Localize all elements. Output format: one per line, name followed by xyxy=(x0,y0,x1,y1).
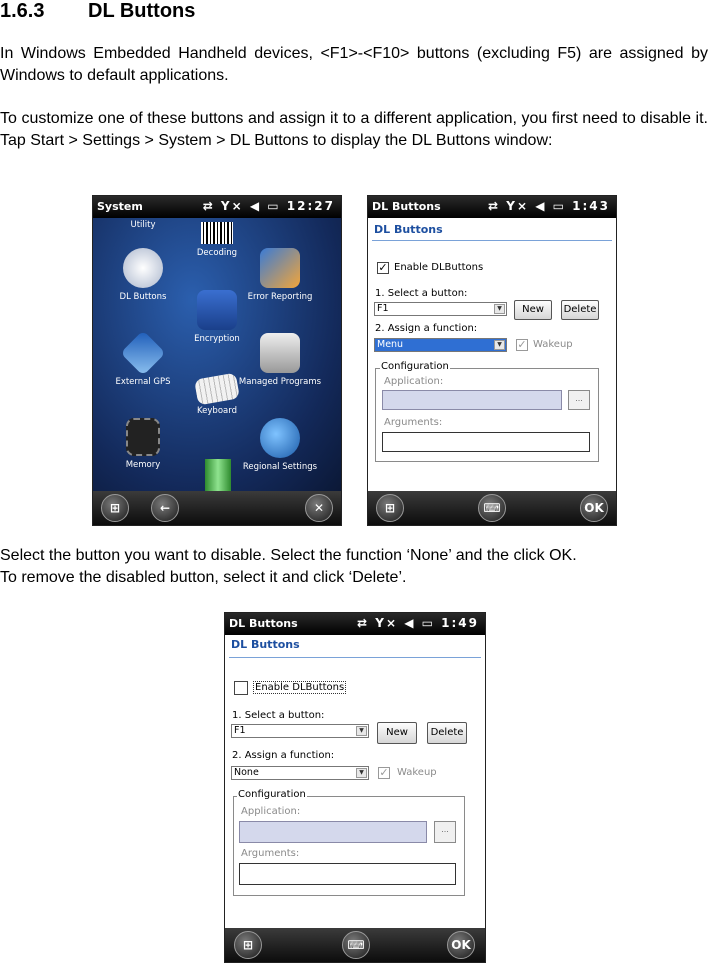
paragraph-intro: In Windows Embedded Handheld devices, <F… xyxy=(0,45,708,84)
chevron-down-icon: ▼ xyxy=(494,340,505,350)
arguments-field[interactable] xyxy=(239,863,456,885)
paragraph-remove-button: To remove the disabled button, select it… xyxy=(0,569,407,586)
select-button-dropdown[interactable]: F1 ▼ xyxy=(374,302,507,316)
configuration-label: Configuration xyxy=(380,361,450,372)
new-button[interactable]: New xyxy=(514,300,552,320)
arguments-label: Arguments: xyxy=(241,848,300,859)
wakeup-checkbox[interactable]: ✓ xyxy=(516,339,528,351)
start-icon[interactable]: ⊞ xyxy=(234,931,262,959)
back-icon[interactable]: ← xyxy=(151,494,179,522)
status-icons: ⇄ Y⨯ ◀ ▭ xyxy=(202,199,281,213)
ok-button[interactable]: OK xyxy=(580,494,608,522)
barcode-icon xyxy=(201,222,233,244)
application-label: Application: xyxy=(241,806,301,817)
arguments-field[interactable] xyxy=(382,432,590,452)
window-title: System xyxy=(97,200,143,213)
start-icon[interactable]: ⊞ xyxy=(376,494,404,522)
application-field[interactable] xyxy=(239,821,427,843)
select-button-label: 1. Select a button: xyxy=(375,288,468,299)
keyboard-icon[interactable]: ⌨ xyxy=(342,931,370,959)
assign-function-label: 2. Assign a function: xyxy=(232,750,335,761)
wakeup-label: Wakeup xyxy=(533,339,573,350)
chevron-down-icon: ▼ xyxy=(494,304,505,314)
warning-icon xyxy=(260,248,300,288)
delete-button[interactable]: Delete xyxy=(561,300,599,320)
clock: 12:27 xyxy=(286,199,335,213)
satellite-icon xyxy=(120,330,166,376)
status-icons: ⇄ Y⨯ ◀ ▭ xyxy=(488,199,566,213)
dl-buttons-screenshot-disabled: DL Buttons ⇄ Y⨯ ◀ ▭ 1:49 DL Buttons Enab… xyxy=(224,612,486,963)
keyboard-icon[interactable]: ⌨ xyxy=(478,494,506,522)
programs-icon xyxy=(260,333,300,373)
enable-checkbox[interactable] xyxy=(234,681,248,695)
start-icon[interactable]: ⊞ xyxy=(101,494,129,522)
configuration-label: Configuration xyxy=(237,789,307,800)
chevron-down-icon: ▼ xyxy=(356,726,367,736)
status-icons: ⇄ Y⨯ ◀ ▭ xyxy=(357,616,435,630)
status-bar: System ⇄ Y⨯ ◀ ▭ 12:27 xyxy=(93,196,341,218)
wakeup-label: Wakeup xyxy=(397,767,437,778)
application-label: Application: xyxy=(384,376,444,387)
section-heading: 1.6.3 DL Buttons xyxy=(0,0,195,23)
softkey-bar: ⊞ ⌨ OK xyxy=(225,928,485,962)
window-title: DL Buttons xyxy=(229,617,298,630)
status-bar: DL Buttons ⇄ Y⨯ ◀ ▭ 1:49 xyxy=(225,613,485,635)
dl-buttons-screenshot-enabled: DL Buttons ⇄ Y⨯ ◀ ▭ 1:43 DL Buttons ✓ En… xyxy=(367,195,617,526)
softkey-bar: ⊞ ← ✕ xyxy=(93,491,341,525)
arguments-label: Arguments: xyxy=(384,417,443,428)
assign-function-label: 2. Assign a function: xyxy=(375,323,478,334)
clock: 1:43 xyxy=(572,199,610,213)
assign-function-dropdown[interactable]: Menu ▼ xyxy=(374,338,507,352)
enable-label: Enable DLButtons xyxy=(394,262,484,273)
enable-checkbox[interactable]: ✓ xyxy=(377,262,389,274)
dl-buttons-icon xyxy=(123,248,163,288)
settings-grid: Utility Decoding DL Buttons Error Report… xyxy=(93,218,341,491)
assign-function-dropdown[interactable]: None ▼ xyxy=(231,766,369,780)
keyboard-icon xyxy=(194,372,240,406)
new-button[interactable]: New xyxy=(377,722,417,744)
tile-memory[interactable]: Memory xyxy=(93,418,198,470)
section-number: 1.6.3 xyxy=(0,0,45,22)
lock-icon xyxy=(197,290,237,330)
enable-label: Enable DLButtons xyxy=(253,681,347,694)
battery-icon xyxy=(205,459,231,491)
softkey-bar: ⊞ ⌨ OK xyxy=(368,491,616,525)
select-button-dropdown[interactable]: F1 ▼ xyxy=(231,724,369,738)
section-title: DL Buttons xyxy=(88,0,196,22)
chevron-down-icon: ▼ xyxy=(356,768,367,778)
ok-button[interactable]: OK xyxy=(447,931,475,959)
tile-keyboard[interactable]: Keyboard xyxy=(162,372,272,416)
window-title: DL Buttons xyxy=(372,200,441,213)
wakeup-checkbox[interactable]: ✓ xyxy=(378,767,390,779)
application-field[interactable] xyxy=(382,390,562,410)
close-icon[interactable]: ✕ xyxy=(305,494,333,522)
tile-regional-settings[interactable]: Regional Settings xyxy=(225,418,335,472)
dl-heading: DL Buttons xyxy=(374,223,443,236)
clock: 1:49 xyxy=(441,616,479,630)
browse-button[interactable]: ... xyxy=(568,390,590,410)
paragraph-select-none: Select the button you want to disable. S… xyxy=(0,547,577,564)
dl-heading: DL Buttons xyxy=(231,638,300,651)
chip-icon xyxy=(126,418,160,456)
paragraph-instructions: To customize one of these buttons and as… xyxy=(0,110,708,149)
browse-button[interactable]: ... xyxy=(434,821,456,843)
globe-icon xyxy=(260,418,300,458)
system-screenshot: System ⇄ Y⨯ ◀ ▭ 12:27 Utility Decoding D… xyxy=(92,195,342,526)
status-bar: DL Buttons ⇄ Y⨯ ◀ ▭ 1:43 xyxy=(368,196,616,218)
select-button-label: 1. Select a button: xyxy=(232,710,325,721)
delete-button[interactable]: Delete xyxy=(427,722,467,744)
